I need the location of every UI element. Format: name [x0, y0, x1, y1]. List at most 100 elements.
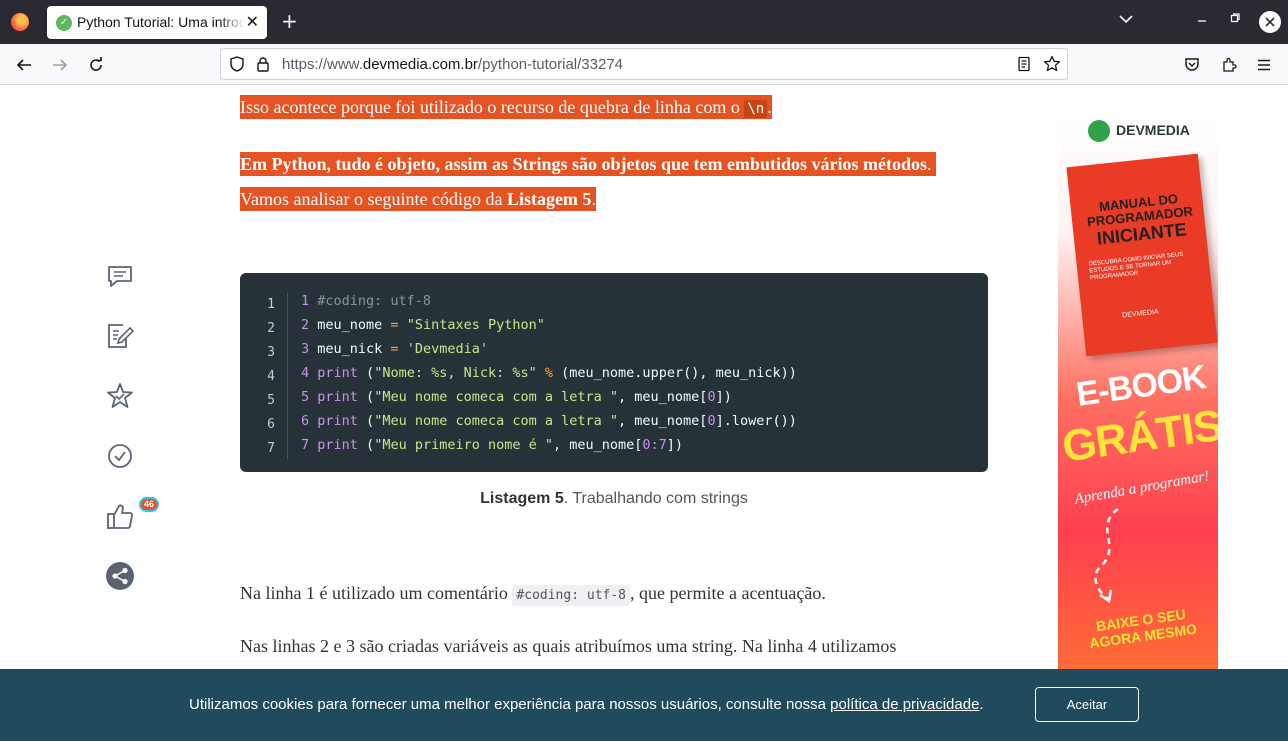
restore-icon[interactable]: [1230, 12, 1240, 27]
pocket-icon[interactable]: [1180, 53, 1204, 77]
ad-cta-text: BAIXE O SEU AGORA MESMO: [1088, 605, 1198, 652]
listing-reference: Listagem 5: [506, 189, 592, 209]
code-token: 'Devmedia': [398, 341, 488, 357]
code-token: meu_nick: [317, 341, 391, 357]
like-thumbs-up-icon[interactable]: [106, 502, 134, 530]
code-token: print: [317, 437, 367, 453]
share-icon[interactable]: [106, 562, 134, 590]
close-window-icon[interactable]: [1259, 11, 1281, 33]
inline-line-number: 7: [301, 437, 318, 453]
privacy-policy-link[interactable]: política de privacidade: [830, 696, 979, 713]
inline-line-number: 3: [301, 341, 318, 357]
lock-icon[interactable]: [253, 54, 273, 74]
url-bar[interactable]: https://www.devmedia.com.br/python-tutor…: [220, 48, 1068, 80]
accept-cookies-button[interactable]: Aceitar: [1035, 687, 1139, 722]
mark-complete-icon[interactable]: [106, 442, 134, 470]
inline-line-number: 5: [301, 389, 318, 405]
navigation-bar: https://www.devmedia.com.br/python-tutor…: [0, 44, 1288, 85]
code-token: print: [317, 389, 367, 405]
code-token: print: [317, 413, 367, 429]
code-token: ]): [715, 389, 732, 405]
inline-line-number: 6: [301, 413, 318, 429]
code-token: 0: [707, 413, 716, 429]
cookie-consent-bar: Utilizamos cookies para fornecer uma mel…: [0, 669, 1288, 741]
code-token: %: [544, 365, 554, 381]
code-token: #coding: utf-8: [317, 293, 432, 309]
code-token: "Sintaxes Python": [398, 317, 545, 333]
cookie-message: Utilizamos cookies para fornecer uma mel…: [189, 696, 984, 713]
reader-view-icon[interactable]: [1014, 54, 1034, 74]
gutter-line-number: 6: [267, 417, 275, 432]
url-text[interactable]: https://www.devmedia.com.br/python-tutor…: [282, 56, 623, 73]
tab-title: Python Tutorial: Uma introdução: [77, 14, 245, 30]
code-line: 3 meu_nick = 'Devmedia': [301, 337, 797, 361]
code-token: (: [366, 389, 375, 405]
devmedia-logo-icon: [1088, 120, 1110, 142]
book-brand: DEVMEDIA: [1121, 308, 1159, 320]
code-token: =: [390, 317, 399, 333]
favorite-star-icon[interactable]: [106, 382, 134, 410]
reload-icon[interactable]: [84, 53, 108, 77]
gutter-line-number: 7: [267, 441, 275, 456]
bold-text: Em Python, tudo é objeto, assim as Strin…: [240, 154, 928, 174]
gutter-line-number: 5: [267, 393, 275, 408]
inline-line-number: 4: [301, 365, 318, 381]
forward-icon[interactable]: [48, 53, 72, 77]
tab-strip: ✓ Python Tutorial: Uma introdução ✕ +: [0, 0, 1288, 44]
code-token: print: [317, 365, 367, 381]
code-token: (: [366, 437, 375, 453]
code-token: =: [390, 341, 399, 357]
paragraph-4: Nas linhas 2 e 3 são criadas variáveis a…: [240, 636, 897, 656]
code-line: 1 #coding: utf-8: [301, 289, 797, 313]
minimize-icon[interactable]: [1197, 12, 1207, 27]
dashed-arrow-icon: [1094, 507, 1119, 604]
like-count-badge: 46: [139, 497, 160, 512]
code-token: (: [366, 365, 375, 381]
devmedia-favicon-icon: ✓: [56, 15, 72, 31]
code-line: 7 print ("Meu primeiro nome é ", meu_nom…: [301, 433, 797, 457]
code-token: "Meu nome comeca com a letra ": [374, 389, 619, 405]
ebook-advertisement[interactable]: DEVMEDIA MANUAL DO PROGRAMADOR INICIANTE…: [1058, 112, 1218, 712]
gutter-line-number: 3: [267, 345, 275, 360]
paragraph-highlighted-1: Isso acontece porque foi utilizado o rec…: [240, 95, 772, 119]
code-token: meu_nome: [317, 317, 391, 333]
code-token: 0: [707, 389, 716, 405]
code-line: 2 meu_nome = "Sintaxes Python": [301, 313, 797, 337]
extensions-icon[interactable]: [1217, 53, 1241, 77]
code-token: , meu_nome[: [553, 437, 643, 453]
tab-active[interactable]: ✓ Python Tutorial: Uma introdução ✕: [47, 6, 267, 39]
bookmark-star-icon[interactable]: [1042, 54, 1062, 74]
ad-tagline: Aprenda a programar!: [1073, 468, 1211, 508]
code-line: 6 print ("Meu nome comeca com a letra ",…: [301, 409, 797, 433]
code-token: ]): [666, 437, 684, 453]
inline-line-number: 2: [301, 317, 318, 333]
notes-edit-icon[interactable]: [106, 322, 135, 350]
gutter-line-number: 1: [267, 297, 275, 312]
code-token: (meu_nome.upper(), meu_nick)): [553, 365, 797, 381]
comment-icon[interactable]: [106, 263, 134, 291]
code-lines: 1 #coding: utf-8 2 meu_nome = "Sintaxes P…: [301, 289, 797, 457]
new-tab-icon[interactable]: +: [281, 10, 298, 32]
inline-code: \n: [744, 100, 768, 118]
gutter-line-number: 4: [267, 369, 275, 384]
paragraph-3: Na linha 1 é utilizado um comentário #co…: [240, 583, 826, 606]
paragraph-text: Vamos analisar o seguinte código da: [240, 189, 507, 209]
tab-close-icon[interactable]: ✕: [246, 12, 259, 31]
page-content: Isso acontece porque foi utilizado o rec…: [0, 85, 1288, 741]
firefox-logo-icon[interactable]: [11, 13, 29, 31]
tracking-protection-shield-icon[interactable]: [227, 54, 247, 74]
inline-code: #coding: utf-8: [512, 585, 630, 606]
code-token: , meu_nome[: [618, 413, 708, 429]
menu-icon[interactable]: [1252, 53, 1276, 77]
code-token: "Meu nome comeca com a letra ": [374, 413, 619, 429]
code-block: 1234567 1 #coding: utf-8 2 meu_nome = "Si…: [240, 273, 988, 472]
gutter-line-number: 2: [267, 321, 275, 336]
book-cover: MANUAL DO PROGRAMADOR INICIANTE DESCUBRA…: [1066, 153, 1218, 357]
code-line: 5 print ("Meu nome comeca com a letra ",…: [301, 385, 797, 409]
inline-line-number: 1: [301, 293, 318, 309]
back-icon[interactable]: [12, 53, 36, 77]
list-all-tabs-icon[interactable]: [1119, 12, 1133, 28]
code-token: ].lower()): [715, 413, 797, 429]
book-subtitle: DESCUBRA COMO INICIAR SEUS ESTUDOS E SE …: [1088, 251, 1184, 282]
